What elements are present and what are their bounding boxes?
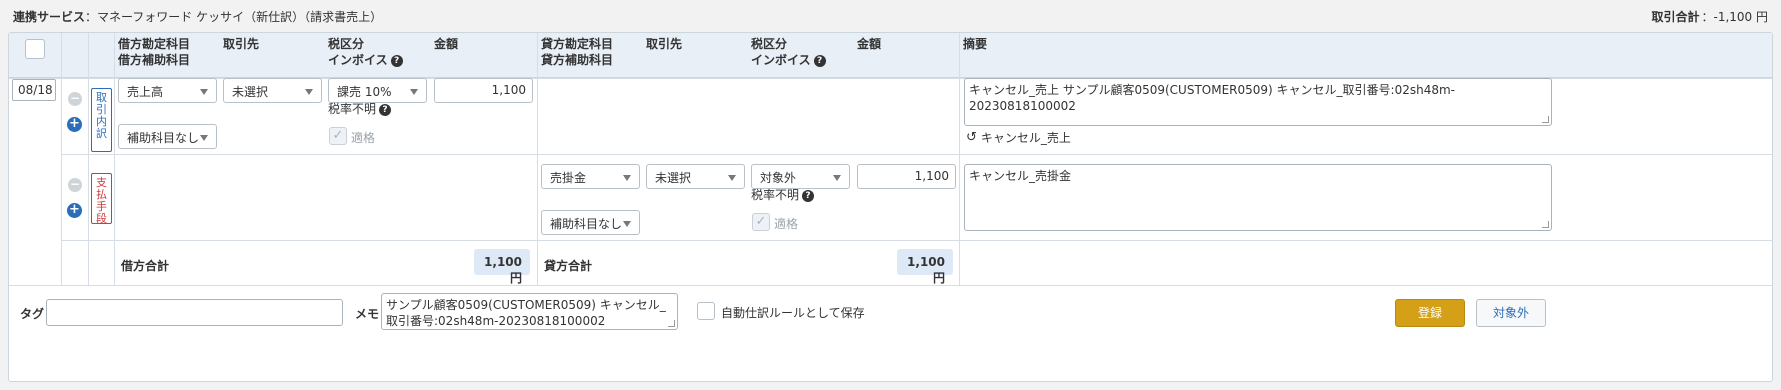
resize-handle-icon[interactable] xyxy=(668,320,675,327)
transaction-total: 取引合計 ：-1,100 円 xyxy=(1651,8,1768,25)
debit-amount-input[interactable]: 1,100 xyxy=(434,78,533,103)
chevron-down-icon xyxy=(410,89,418,95)
credit-account-select[interactable]: 売掛金 xyxy=(541,164,640,189)
chevron-down-icon xyxy=(200,89,208,95)
remove-row-icon[interactable]: − xyxy=(68,178,82,192)
col-debit-partner: 取引先 xyxy=(223,37,260,51)
divider xyxy=(88,33,89,285)
memo-label: メモ xyxy=(355,307,380,321)
col-debit-account: 借方勘定科目 xyxy=(118,37,191,51)
credit-sub-select[interactable]: 補助科目なし xyxy=(541,210,640,235)
exclude-button[interactable]: 対象外 xyxy=(1476,299,1546,327)
memo-textarea-2[interactable]: キャンセル_売掛金 xyxy=(964,164,1552,231)
remove-row-icon[interactable]: − xyxy=(68,92,82,106)
tag-input[interactable] xyxy=(46,299,343,326)
payment-method-tag: 支払手段 xyxy=(91,173,112,225)
divider xyxy=(114,33,115,285)
total-value: ：-1,100 円 xyxy=(1701,9,1769,24)
col-credit-partner: 取引先 xyxy=(646,37,683,51)
col-credit-amount: 金額 xyxy=(857,37,882,51)
table-header xyxy=(9,33,1772,78)
top-bar: 連携サービス：マネーフォワード ケッサイ（新仕訳）（請求書売上） 取引合計 ：-1… xyxy=(0,0,1781,32)
transaction-detail-tag: 取引内訳 xyxy=(91,88,112,152)
total-label: 取引合計 xyxy=(1651,9,1700,24)
select-all-checkbox[interactable] xyxy=(25,39,45,59)
service-label: 連携サービス xyxy=(13,9,86,24)
resize-handle-icon[interactable] xyxy=(1542,221,1549,228)
date-input[interactable]: 08/18 xyxy=(12,79,56,101)
resize-handle-icon[interactable] xyxy=(1542,116,1549,123)
undo-link[interactable]: ↺ キャンセル_売上 xyxy=(966,129,1071,146)
service-value: ：マネーフォワード ケッサイ（新仕訳）（請求書売上） xyxy=(85,9,383,24)
divider xyxy=(959,33,960,285)
col-credit-tax: 税区分 xyxy=(751,37,788,51)
divider xyxy=(9,285,1772,286)
undo-icon: ↺ xyxy=(966,130,977,145)
tax-rate-text: 税率不明? xyxy=(328,100,392,117)
debit-total-value: 1,100円 xyxy=(474,249,530,285)
debit-account-select[interactable]: 売上高 xyxy=(118,78,217,103)
tax-rate-text: 税率不明? xyxy=(751,186,815,203)
chevron-down-icon xyxy=(728,175,736,181)
credit-total-value: 1,100円 xyxy=(897,249,953,285)
divider xyxy=(537,33,538,285)
help-icon[interactable]: ? xyxy=(379,103,392,116)
chevron-down-icon xyxy=(623,221,631,227)
help-icon[interactable]: ? xyxy=(802,189,815,202)
tag-label: タグ xyxy=(20,307,45,321)
qualified-checkbox[interactable]: ✓ xyxy=(329,127,347,145)
col-debit-sub: 借方補助科目 xyxy=(118,53,191,67)
col-debit-invoice: インボイス? xyxy=(328,52,403,68)
col-memo: 摘要 xyxy=(963,37,988,51)
help-icon[interactable]: ? xyxy=(813,54,826,67)
qualified-label: 適格 xyxy=(351,131,376,145)
add-row-icon[interactable]: + xyxy=(67,203,82,218)
qualified-label: 適格 xyxy=(774,217,799,231)
service-info: 連携サービス：マネーフォワード ケッサイ（新仕訳）（請求書売上） xyxy=(13,8,382,25)
qualified-checkbox[interactable]: ✓ xyxy=(752,213,770,231)
chevron-down-icon xyxy=(833,175,841,181)
col-credit-sub: 貸方補助科目 xyxy=(541,53,614,67)
memo-input[interactable]: サンプル顧客0509(CUSTOMER0509) キャンセル_取引番号:02sh… xyxy=(381,293,678,330)
col-debit-amount: 金額 xyxy=(434,37,459,51)
divider xyxy=(61,240,1772,241)
auto-rule-checkbox[interactable] xyxy=(697,302,715,320)
journal-entry-card: 借方勘定科目 借方補助科目 取引先 税区分 インボイス? 金額 貸方勘定科目 貸… xyxy=(8,32,1773,382)
chevron-down-icon xyxy=(200,135,208,141)
credit-partner-select[interactable]: 未選択 xyxy=(646,164,745,189)
col-credit-account: 貸方勘定科目 xyxy=(541,37,614,51)
col-credit-invoice: インボイス? xyxy=(751,52,826,68)
memo-textarea-1[interactable]: キャンセル_売上 サンプル顧客0509(CUSTOMER0509) キャンセル_… xyxy=(964,78,1552,126)
divider xyxy=(61,154,1772,155)
debit-total-label: 借方合計 xyxy=(121,259,170,273)
auto-rule-label: 自動仕訳ルールとして保存 xyxy=(721,306,865,320)
debit-partner-select[interactable]: 未選択 xyxy=(223,78,322,103)
chevron-down-icon xyxy=(305,89,313,95)
col-debit-tax: 税区分 xyxy=(328,37,365,51)
chevron-down-icon xyxy=(623,175,631,181)
credit-amount-input[interactable]: 1,100 xyxy=(857,164,956,189)
help-icon[interactable]: ? xyxy=(390,54,403,67)
divider xyxy=(61,33,62,285)
credit-total-label: 貸方合計 xyxy=(544,259,593,273)
register-button[interactable]: 登録 xyxy=(1395,299,1465,327)
debit-sub-select[interactable]: 補助科目なし xyxy=(118,124,217,149)
add-row-icon[interactable]: + xyxy=(67,117,82,132)
